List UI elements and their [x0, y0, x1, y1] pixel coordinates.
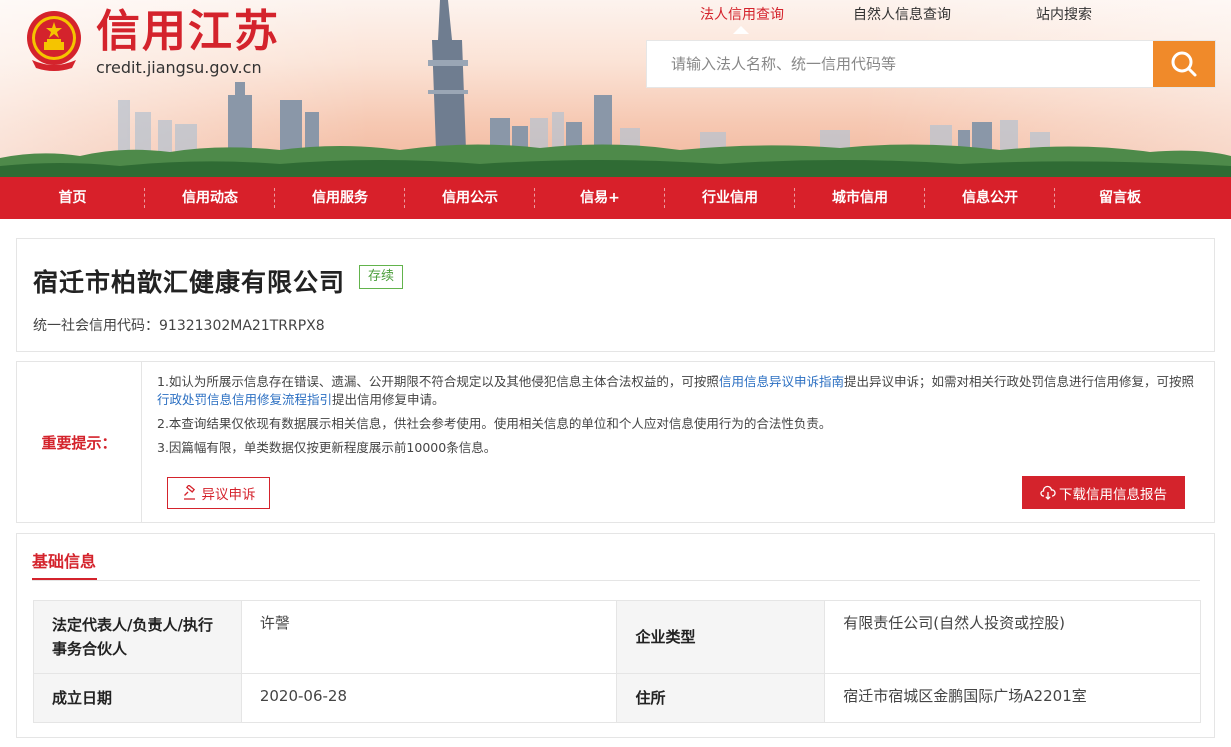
- search-tabs: 法人信用查询 自然人信息查询 站内搜索: [660, 0, 1220, 34]
- search-icon: [1171, 51, 1197, 77]
- basic-info-card: 基础信息 法定代表人/负责人/执行事务合伙人 许謦 企业类型 有限责任公司(自然…: [16, 533, 1215, 738]
- nav-xinyi-plus[interactable]: 信易+: [535, 177, 665, 219]
- search-box: [646, 40, 1216, 88]
- site-logo[interactable]: 信用江苏 credit.jiangsu.gov.cn: [22, 8, 280, 78]
- nav-home[interactable]: 首页: [0, 177, 145, 219]
- appeal-guide-link[interactable]: 信用信息异议申诉指南: [719, 374, 844, 389]
- main-nav: 首页 信用动态 信用服务 信用公示 信易+ 行业信用 城市信用 信息公开 留言板: [0, 177, 1231, 219]
- section-title-basic-info[interactable]: 基础信息: [32, 548, 96, 572]
- tab-legal-person-credit[interactable]: 法人信用查询: [700, 4, 784, 24]
- credit-code: 统一社会信用代码：91321302MA21TRRPX8: [33, 315, 325, 335]
- site-domain: credit.jiangsu.gov.cn: [96, 58, 262, 77]
- cloud-download-icon: [1040, 485, 1056, 500]
- notice-item-3: 3.因篇幅有限，单类数据仅按更新程度展示前10000条信息。: [157, 440, 497, 455]
- table-row: 成立日期 2020-06-28 住所 宿迁市宿城区金鹏国际广场A2201室: [33, 673, 1201, 723]
- nav-city-credit[interactable]: 城市信用: [795, 177, 925, 219]
- notice-item-1: 1.如认为所展示信息存在错误、遗漏、公开期限不符合规定以及其他侵犯信息主体合法权…: [157, 373, 1202, 409]
- status-badge: 存续: [359, 265, 404, 289]
- established-date-value: 2020-06-28: [240, 673, 618, 723]
- company-header-card: 宿迁市柏歆汇健康有限公司 存续 统一社会信用代码：91321302MA21TRR…: [16, 238, 1215, 352]
- credit-code-label: 统一社会信用代码：: [33, 318, 159, 334]
- company-name: 宿迁市柏歆汇健康有限公司: [33, 268, 346, 297]
- search-button[interactable]: [1153, 41, 1215, 87]
- credit-code-value: 91321302MA21TRRPX8: [159, 318, 325, 334]
- section-divider: [32, 580, 1200, 581]
- gavel-icon: [183, 485, 195, 500]
- address-value: 宿迁市宿城区金鹏国际广场A2201室: [824, 673, 1201, 723]
- national-emblem-icon: [27, 11, 81, 71]
- nav-info-disclosure[interactable]: 信息公开: [925, 177, 1055, 219]
- credit-repair-guide-link[interactable]: 行政处罚信息信用修复流程指引: [157, 392, 332, 407]
- enterprise-type-value: 有限责任公司(自然人投资或控股): [824, 600, 1201, 674]
- search-input[interactable]: [647, 41, 1153, 87]
- tab-natural-person-info[interactable]: 自然人信息查询: [853, 4, 951, 24]
- notice-item-1-text: 1.如认为所展示信息存在错误、遗漏、公开期限不符合规定以及其他侵犯信息主体合法权…: [157, 374, 719, 389]
- tab-site-search[interactable]: 站内搜索: [1036, 4, 1092, 24]
- nav-message-board[interactable]: 留言板: [1055, 177, 1185, 219]
- appeal-button-label: 异议申诉: [201, 487, 256, 503]
- active-tab-caret: [733, 26, 749, 34]
- enterprise-type-key: 企业类型: [616, 600, 826, 674]
- site-title: 信用江苏: [96, 6, 280, 57]
- nav-credit-news[interactable]: 信用动态: [145, 177, 275, 219]
- basic-info-table: 法定代表人/负责人/执行事务合伙人 许謦 企业类型 有限责任公司(自然人投资或控…: [33, 600, 1201, 723]
- established-date-key: 成立日期: [33, 673, 242, 723]
- important-notice-card: 重要提示： 1.如认为所展示信息存在错误、遗漏、公开期限不符合规定以及其他侵犯信…: [16, 361, 1215, 523]
- table-row: 法定代表人/负责人/执行事务合伙人 许謦 企业类型 有限责任公司(自然人投资或控…: [33, 600, 1201, 674]
- nav-industry-credit[interactable]: 行业信用: [665, 177, 795, 219]
- nav-credit-services[interactable]: 信用服务: [275, 177, 405, 219]
- nav-credit-publicity[interactable]: 信用公示: [405, 177, 535, 219]
- notice-item-1-text-end: 提出信用修复申请。: [332, 392, 445, 407]
- header-banner: 信用江苏 credit.jiangsu.gov.cn 法人信用查询 自然人信息查…: [0, 0, 1231, 177]
- download-button-label: 下载信用信息报告: [1059, 486, 1167, 503]
- appeal-button[interactable]: 异议申诉: [167, 477, 270, 509]
- notice-item-1-text-mid: 提出异议申诉；如需对相关行政处罚信息进行信用修复，可按照: [843, 374, 1194, 389]
- legal-representative-key: 法定代表人/负责人/执行事务合伙人: [33, 600, 242, 674]
- notice-body: 1.如认为所展示信息存在错误、遗漏、公开期限不符合规定以及其他侵犯信息主体合法权…: [157, 373, 1202, 463]
- notice-item-2: 2.本查询结果仅依现有数据展示相关信息，供社会参考使用。使用相关信息的单位和个人…: [157, 416, 832, 431]
- download-report-button[interactable]: 下载信用信息报告: [1022, 476, 1185, 509]
- legal-representative-value: 许謦: [240, 600, 618, 674]
- notice-label: 重要提示：: [17, 362, 142, 522]
- address-key: 住所: [616, 673, 826, 723]
